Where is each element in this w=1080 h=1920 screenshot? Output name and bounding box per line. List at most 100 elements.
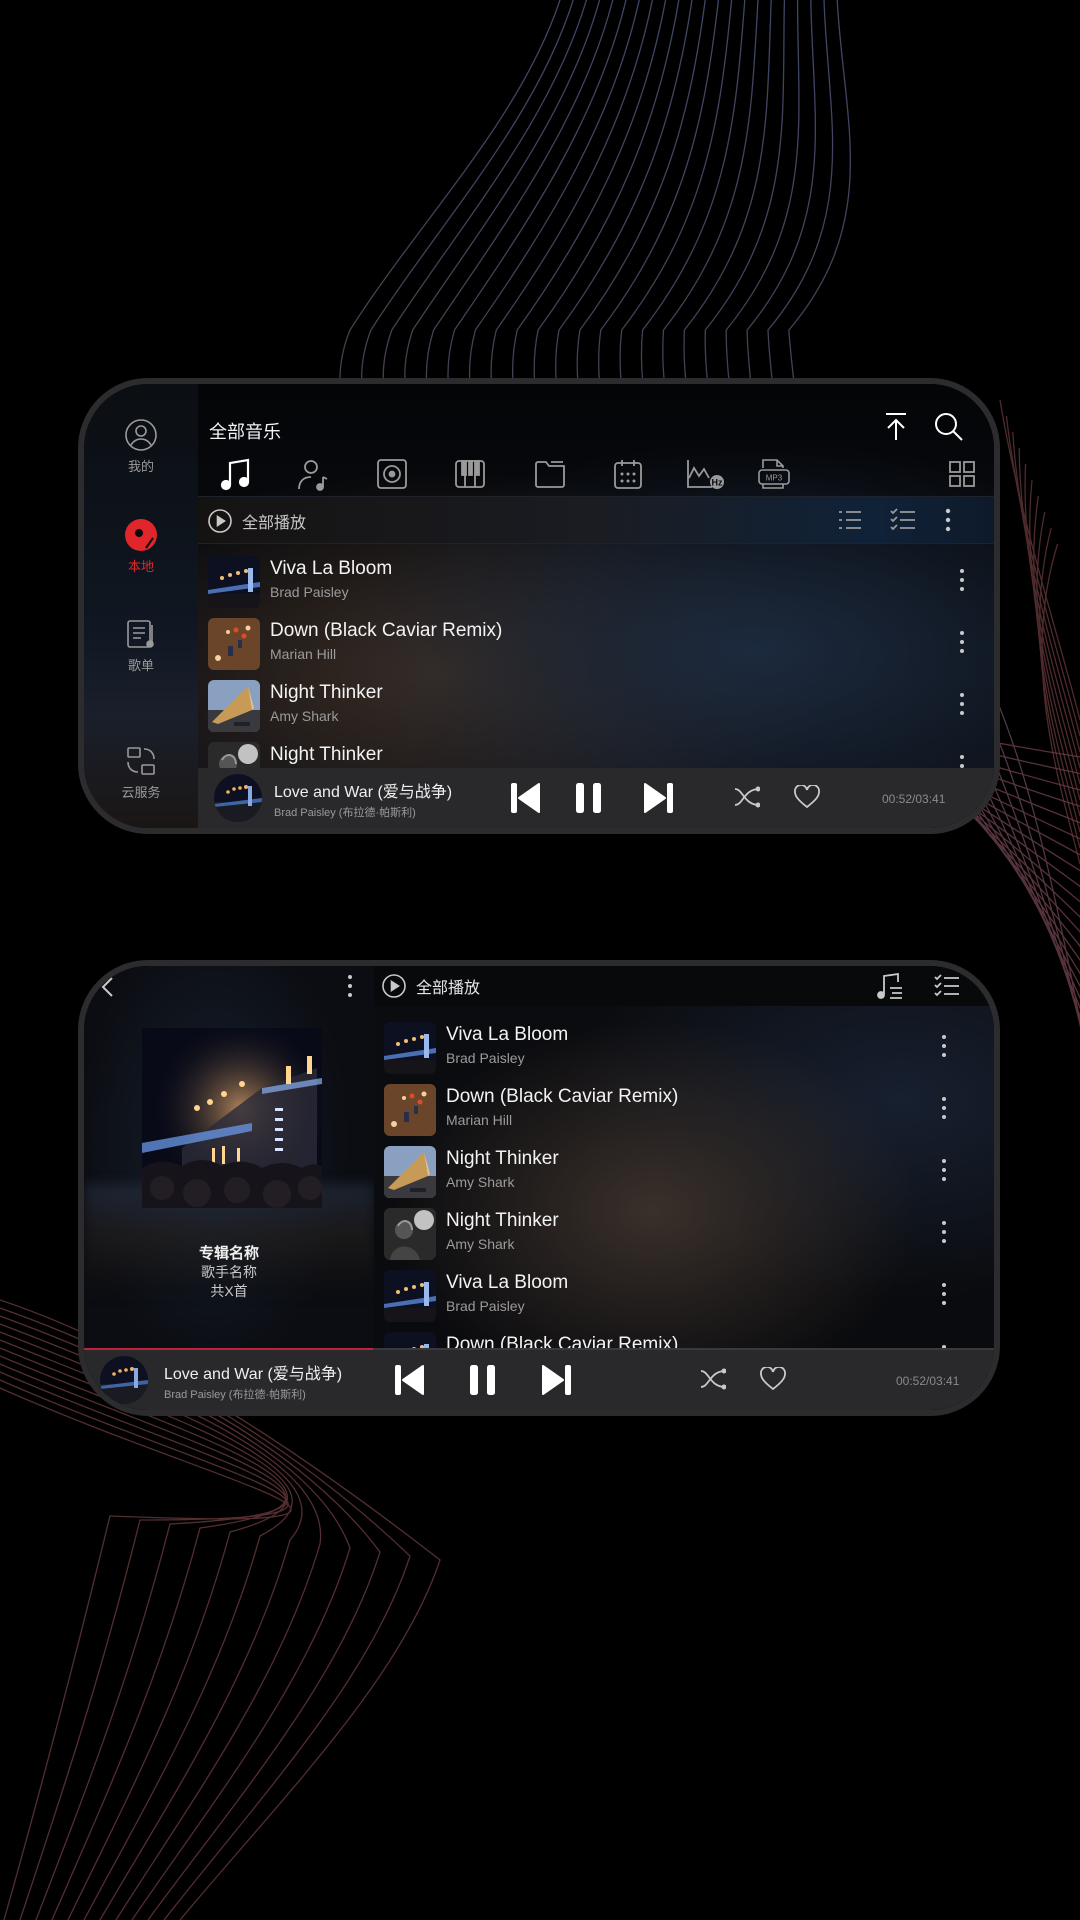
sidebar-item-local[interactable]: 本地 bbox=[84, 518, 198, 575]
cover-art-concert bbox=[384, 1022, 436, 1074]
search-button[interactable] bbox=[934, 412, 964, 447]
list-toolbar: 全部播放 bbox=[198, 496, 994, 544]
next-button[interactable] bbox=[644, 782, 674, 814]
sidebar-item-cloud[interactable]: 云服务 bbox=[84, 744, 198, 801]
song-list-item[interactable]: Night Thinker Amy Shark bbox=[374, 1142, 994, 1204]
music-note-icon bbox=[220, 458, 250, 491]
more-icon bbox=[960, 569, 964, 591]
previous-icon bbox=[395, 1365, 424, 1395]
phone-mockup-album: 专辑名称 歌手名称 共X首 全部播放 Viva La Bloom Brad Pa… bbox=[78, 960, 1000, 1416]
sidebar-item-playlist[interactable]: 歌单 bbox=[84, 617, 198, 674]
previous-button[interactable] bbox=[510, 782, 540, 814]
play-all-button[interactable]: 全部播放 bbox=[208, 509, 306, 533]
grid-view-button[interactable] bbox=[942, 454, 982, 494]
song-more-button[interactable] bbox=[958, 692, 968, 718]
category-tabs: Hz MP3 bbox=[198, 454, 994, 500]
mini-player: Love and War (爱与战争) Brad Paisley (布拉德·帕斯… bbox=[84, 1348, 994, 1410]
sidebar-item-mine[interactable]: 我的 bbox=[84, 418, 198, 475]
shuffle-button[interactable] bbox=[734, 786, 760, 808]
now-playing-cover[interactable] bbox=[100, 1356, 148, 1404]
tab-songs[interactable] bbox=[216, 454, 256, 500]
pause-button[interactable] bbox=[468, 1364, 498, 1396]
now-playing-artist: Brad Paisley (布拉德·帕斯利) bbox=[274, 807, 416, 819]
more-icon bbox=[942, 1097, 946, 1119]
svg-text:MP3: MP3 bbox=[766, 474, 783, 483]
song-more-button[interactable] bbox=[940, 1096, 950, 1122]
song-list-item[interactable]: Viva La Bloom Brad Paisley bbox=[374, 1018, 994, 1080]
progress-track[interactable] bbox=[84, 1348, 994, 1350]
library-main: 全部音乐 Hz MP3 全部播放 Viva La Bloom Brad Pais… bbox=[198, 384, 994, 828]
tab-folders[interactable] bbox=[530, 454, 570, 494]
song-more-button[interactable] bbox=[958, 630, 968, 656]
contour-line bbox=[1029, 479, 1080, 801]
album-info-pane: 专辑名称 歌手名称 共X首 bbox=[84, 966, 374, 1410]
previous-button[interactable] bbox=[394, 1364, 424, 1396]
song-thumbnail bbox=[208, 618, 260, 670]
list-view-button[interactable] bbox=[838, 509, 862, 536]
cover-art-building bbox=[384, 1146, 436, 1198]
user-circle-icon bbox=[125, 419, 157, 451]
play-all-label: 全部播放 bbox=[416, 980, 481, 997]
tab-genres[interactable] bbox=[450, 454, 490, 494]
mp3-format-icon: MP3 bbox=[758, 459, 790, 489]
tab-format[interactable]: MP3 bbox=[754, 454, 794, 494]
cover-art-mixer bbox=[208, 618, 260, 670]
album-name: 专辑名称 bbox=[198, 1245, 259, 1262]
song-artist: Brad Paisley bbox=[270, 584, 349, 600]
heart-icon bbox=[760, 1367, 786, 1391]
more-icon bbox=[942, 1035, 946, 1057]
album-track-count: 共X首 bbox=[210, 1283, 248, 1299]
scroll-top-button[interactable] bbox=[882, 412, 910, 447]
play-all-button[interactable]: 全部播放 bbox=[382, 974, 480, 998]
song-list-item[interactable]: Night Thinker Amy Shark bbox=[374, 1204, 994, 1266]
song-artist: Brad Paisley bbox=[446, 1298, 525, 1314]
back-button[interactable] bbox=[100, 976, 114, 1003]
more-icon bbox=[960, 631, 964, 653]
song-more-button[interactable] bbox=[940, 1282, 950, 1308]
more-button[interactable] bbox=[944, 507, 952, 538]
cover-art-concert bbox=[214, 774, 262, 822]
song-list: Viva La Bloom Brad Paisley Down (Black Cav… bbox=[374, 1018, 994, 1390]
song-title: Night Thinker bbox=[270, 682, 383, 703]
phone-mockup-library: 我的 本地 歌单 云服务 全部音乐 Hz MP3 全部播放 Viva La Bl… bbox=[78, 378, 1000, 834]
next-button[interactable] bbox=[542, 1364, 572, 1396]
album-more-button[interactable] bbox=[346, 974, 354, 1003]
folder-icon bbox=[535, 461, 565, 488]
hz-quality-icon: Hz bbox=[687, 460, 724, 489]
song-artist: Brad Paisley bbox=[446, 1050, 525, 1066]
pause-button[interactable] bbox=[574, 782, 604, 814]
calendar-icon bbox=[614, 460, 642, 489]
song-title: Night Thinker bbox=[446, 1210, 559, 1231]
song-more-button[interactable] bbox=[958, 568, 968, 594]
favorite-button[interactable] bbox=[794, 785, 820, 809]
pause-icon bbox=[470, 1365, 495, 1395]
song-list-item[interactable]: Viva La Bloom Brad Paisley bbox=[374, 1266, 994, 1328]
play-all-label: 全部播放 bbox=[242, 515, 307, 532]
song-more-button[interactable] bbox=[940, 1034, 950, 1060]
multi-select-button[interactable] bbox=[934, 974, 960, 1003]
song-list-item[interactable]: Night Thinker Amy Shark bbox=[198, 676, 994, 738]
previous-icon bbox=[511, 783, 540, 813]
song-more-button[interactable] bbox=[940, 1158, 950, 1184]
song-list-item[interactable]: Down (Black Caviar Remix) Marian Hill bbox=[198, 614, 994, 676]
multi-select-icon bbox=[890, 508, 915, 531]
album-artist: 歌手名称 bbox=[201, 1264, 257, 1280]
now-playing-title: Love and War (爱与战争) bbox=[274, 784, 453, 801]
song-format-button[interactable] bbox=[876, 972, 904, 1005]
multi-select-button[interactable] bbox=[890, 508, 916, 537]
list-toolbar: 全部播放 bbox=[374, 966, 994, 1006]
next-icon bbox=[542, 1365, 571, 1395]
song-list-item[interactable]: Down (Black Caviar Remix) Marian Hill bbox=[374, 1080, 994, 1142]
tab-albums[interactable] bbox=[372, 454, 412, 494]
song-list-item[interactable]: Viva La Bloom Brad Paisley bbox=[198, 552, 994, 614]
tab-date[interactable] bbox=[608, 454, 648, 494]
tab-hifi[interactable]: Hz bbox=[684, 454, 728, 494]
more-icon bbox=[942, 1221, 946, 1243]
tab-artists[interactable] bbox=[294, 454, 334, 494]
album-cover bbox=[142, 1028, 322, 1208]
song-more-button[interactable] bbox=[940, 1220, 950, 1246]
song-format-icon bbox=[877, 972, 902, 999]
favorite-button[interactable] bbox=[760, 1367, 786, 1391]
now-playing-cover[interactable] bbox=[214, 774, 262, 822]
shuffle-button[interactable] bbox=[700, 1368, 726, 1390]
